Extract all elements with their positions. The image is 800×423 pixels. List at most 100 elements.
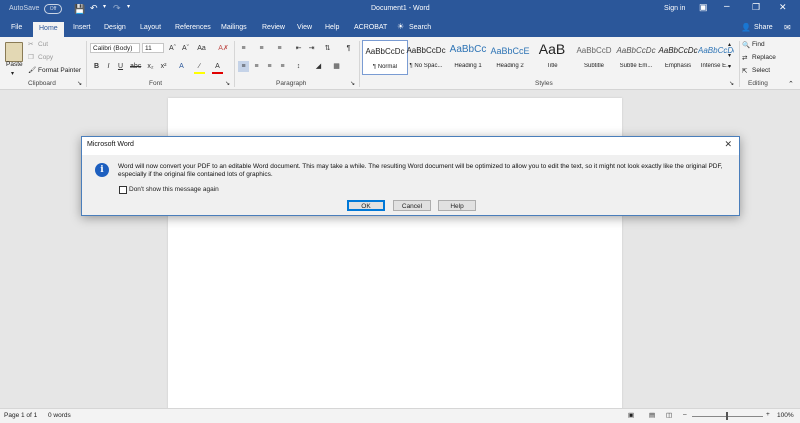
tab-mailings[interactable]: Mailings xyxy=(221,24,247,31)
tab-help[interactable]: Help xyxy=(325,24,339,31)
increase-indent-icon[interactable]: ⇥ xyxy=(306,43,317,54)
dialog-close-icon[interactable]: ✕ xyxy=(724,139,732,150)
styles-more-icon[interactable]: ▾ xyxy=(728,63,731,70)
tab-design[interactable]: Design xyxy=(104,24,126,31)
justify-icon[interactable]: ≡ xyxy=(277,61,288,72)
clipboard-launcher-icon[interactable]: ↘ xyxy=(77,80,82,87)
tab-review[interactable]: Review xyxy=(262,24,285,31)
text-effects-icon[interactable]: A xyxy=(176,61,187,72)
replace-button[interactable]: Replace xyxy=(752,54,776,61)
zoom-out-icon[interactable]: – xyxy=(683,411,687,418)
font-launcher-icon[interactable]: ↘ xyxy=(225,80,230,87)
undo-dropdown-icon[interactable]: ▾ xyxy=(103,3,106,10)
superscript-icon[interactable]: x² xyxy=(158,61,169,72)
shrink-font-icon[interactable]: Aˇ xyxy=(180,43,191,54)
align-left-icon[interactable]: ≡ xyxy=(238,61,249,72)
numbering-icon[interactable]: ≡ xyxy=(256,43,267,54)
tab-layout[interactable]: Layout xyxy=(140,24,161,31)
styles-scroll-down-icon[interactable]: ▾ xyxy=(728,52,731,59)
zoom-in-icon[interactable]: + xyxy=(766,411,770,418)
share-button[interactable]: Share xyxy=(754,24,773,31)
decrease-indent-icon[interactable]: ⇤ xyxy=(293,43,304,54)
find-icon[interactable]: 🔍 xyxy=(742,41,750,49)
sort-icon[interactable]: ⇅ xyxy=(322,43,333,54)
cut-button[interactable]: Cut xyxy=(38,41,48,48)
sign-in-link[interactable]: Sign in xyxy=(664,5,685,12)
styles-launcher-icon[interactable]: ↘ xyxy=(729,80,734,87)
read-mode-icon[interactable]: ▣ xyxy=(628,411,634,419)
grow-font-icon[interactable]: Aˆ xyxy=(167,43,178,54)
style-emphasis[interactable]: AaBbCcDc Emphasis xyxy=(656,40,700,73)
cancel-button[interactable]: Cancel xyxy=(393,200,431,211)
undo-icon[interactable]: ↶ xyxy=(90,3,98,14)
comments-icon[interactable]: ✉ xyxy=(784,23,791,32)
page-count[interactable]: Page 1 of 1 xyxy=(4,412,37,419)
select-button[interactable]: Select xyxy=(752,67,770,74)
select-icon[interactable]: ⇱ xyxy=(742,67,747,75)
multilevel-list-icon[interactable]: ≡ xyxy=(274,43,285,54)
align-center-icon[interactable]: ≡ xyxy=(251,61,262,72)
redo-icon[interactable]: ↷ xyxy=(113,3,121,14)
change-case-icon[interactable]: Aa xyxy=(196,43,207,54)
font-size-combo[interactable]: 11 xyxy=(142,43,164,53)
line-spacing-icon[interactable]: ↕ xyxy=(293,61,304,72)
italic-icon[interactable]: I xyxy=(103,61,114,72)
tab-file[interactable]: File xyxy=(11,24,22,31)
font-name-combo[interactable]: Calibri (Body) xyxy=(90,43,140,53)
format-painter-button[interactable]: Format Painter xyxy=(38,67,81,74)
close-window-icon[interactable]: ✕ xyxy=(779,2,787,13)
paste-dropdown-icon[interactable]: ▾ xyxy=(11,70,14,77)
minimize-icon[interactable]: – xyxy=(724,1,730,12)
format-painter-icon[interactable]: 🖌 xyxy=(28,66,36,74)
clear-formatting-icon[interactable]: A✗ xyxy=(218,43,229,54)
subscript-icon[interactable]: x₂ xyxy=(145,61,156,72)
tab-insert[interactable]: Insert xyxy=(73,24,91,31)
autosave-toggle[interactable]: Off xyxy=(44,4,62,14)
style-no-spacing[interactable]: AaBbCcDc ¶ No Spac... xyxy=(404,40,448,73)
tell-me-search[interactable]: Search xyxy=(409,24,431,31)
zoom-slider-thumb[interactable] xyxy=(726,412,728,420)
cut-icon[interactable]: ✂ xyxy=(28,40,33,48)
style-heading-1[interactable]: AaBbCc Heading 1 xyxy=(446,40,490,73)
share-icon[interactable]: 👤 xyxy=(741,23,751,32)
underline-icon[interactable]: U xyxy=(115,61,126,72)
style-title[interactable]: AaB Title xyxy=(530,40,574,73)
restore-icon[interactable]: ❐ xyxy=(752,2,760,13)
show-formatting-icon[interactable]: ¶ xyxy=(343,43,354,54)
style-heading-2[interactable]: AaBbCcE Heading 2 xyxy=(488,40,532,73)
zoom-level[interactable]: 100% xyxy=(777,412,794,419)
collapse-ribbon-icon[interactable]: ⌃ xyxy=(788,80,794,88)
styles-scroll-up-icon[interactable]: ▴ xyxy=(728,41,731,48)
find-button[interactable]: Find xyxy=(752,41,765,48)
bullets-icon[interactable]: ≡ xyxy=(238,43,249,54)
paste-button[interactable]: Paste xyxy=(6,61,23,68)
customize-qat-icon[interactable]: ▾ xyxy=(127,3,130,10)
ok-button[interactable]: OK xyxy=(347,200,385,211)
borders-icon[interactable]: ▦ xyxy=(331,61,342,72)
shading-icon[interactable]: ◢ xyxy=(313,61,324,72)
style-subtle-emphasis[interactable]: AaBbCcDc Subtle Em... xyxy=(614,40,658,73)
tab-references[interactable]: References xyxy=(175,24,211,31)
font-color-icon[interactable]: A xyxy=(212,61,223,74)
tab-acrobat[interactable]: ACROBAT xyxy=(354,24,387,31)
align-right-icon[interactable]: ≡ xyxy=(264,61,275,72)
tab-home[interactable]: Home xyxy=(33,22,64,37)
help-button[interactable]: Help xyxy=(438,200,476,211)
word-count[interactable]: 0 words xyxy=(48,412,71,419)
dont-show-again-checkbox[interactable] xyxy=(119,186,127,194)
dont-show-again-label[interactable]: Don't show this message again xyxy=(129,186,219,193)
web-layout-icon[interactable]: ◫ xyxy=(666,411,672,419)
ribbon-display-icon[interactable]: ▣ xyxy=(699,2,708,13)
paragraph-launcher-icon[interactable]: ↘ xyxy=(350,80,355,87)
replace-icon[interactable]: ⇄ xyxy=(742,54,747,62)
save-icon[interactable]: 💾 xyxy=(74,4,85,15)
strikethrough-icon[interactable]: abc xyxy=(130,61,141,72)
tab-view[interactable]: View xyxy=(297,24,312,31)
style-normal[interactable]: AaBbCcDc ¶ Normal xyxy=(362,40,408,75)
bold-icon[interactable]: B xyxy=(91,61,102,72)
copy-button[interactable]: Copy xyxy=(38,54,53,61)
print-layout-icon[interactable]: ▤ xyxy=(649,411,655,419)
highlight-icon[interactable]: ∕ xyxy=(194,61,205,74)
copy-icon[interactable]: ❐ xyxy=(28,53,34,61)
paste-icon[interactable] xyxy=(5,42,23,62)
